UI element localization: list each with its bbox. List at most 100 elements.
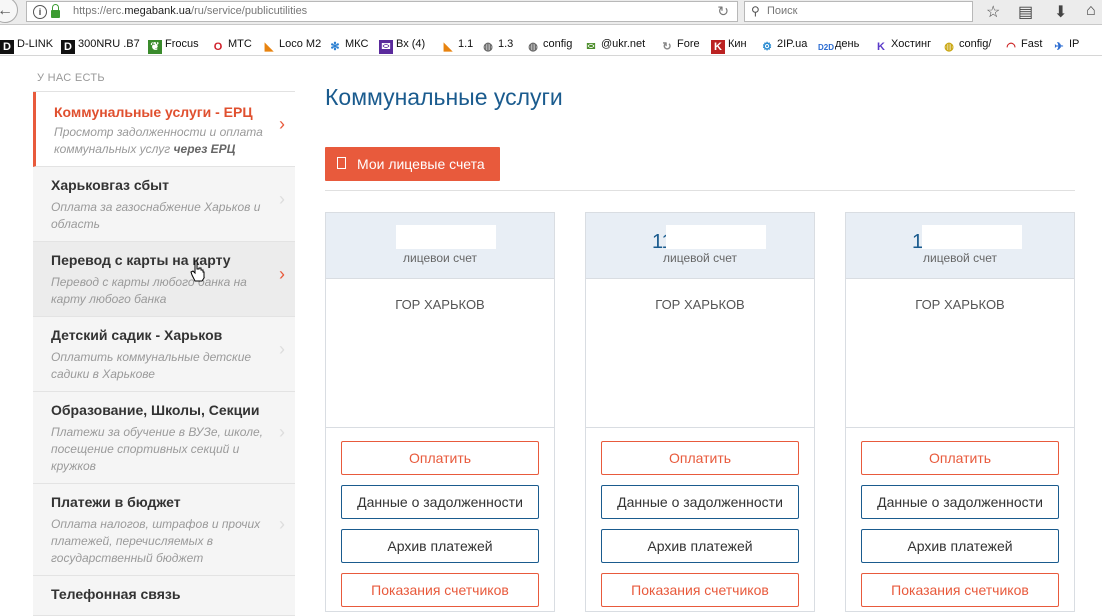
account-card-header: 1 лицевой счет (846, 213, 1074, 279)
sidebar-item-title: Телефонная связь (51, 586, 181, 602)
sidebar-heading: У НАС ЕСТЬ (37, 72, 105, 84)
redaction-mask (396, 225, 496, 249)
account-card: лицевои счет ГОР ХАРЬКОВ Оплатить Данные… (325, 212, 555, 612)
snowflake-icon: ✻ (330, 41, 340, 53)
dlink-icon: D (61, 40, 75, 54)
toolbar-divider (0, 55, 1102, 56)
browser-search-input[interactable] (765, 4, 959, 18)
download-icon[interactable]: ⬇ (1054, 2, 1067, 22)
account-card-body: ГОР ХАРЬКОВ (586, 279, 814, 428)
account-city: ГОР ХАРЬКОВ (655, 297, 745, 312)
k-icon: K (711, 40, 725, 54)
bookmark-item[interactable]: ✈ IP (1052, 34, 1079, 54)
account-card: 1 лицевой счет ГОР ХАРЬКОВ Оплатить Данн… (845, 212, 1075, 612)
account-label: лицевой счет (663, 251, 737, 265)
reload-icon[interactable]: ↻ (717, 3, 729, 20)
redaction-mask (922, 225, 1022, 249)
sidebar-item-education[interactable]: Образование, Школы, Секции Платежи за об… (33, 392, 295, 484)
url-text[interactable]: https://erc.megabank.ua/ru/service/publi… (73, 5, 307, 17)
address-bar[interactable]: i https://erc.megabank.ua/ru/service/pub… (26, 1, 738, 22)
account-label: лицевои счет (403, 251, 477, 265)
dlink-icon: D (0, 40, 14, 54)
redaction-mask (666, 225, 766, 249)
payment-archive-button[interactable]: Архив платежей (861, 529, 1059, 563)
rss-icon: ◣ (443, 41, 453, 53)
sidebar-item-kharkovgaz[interactable]: Харьковгаз сбыт Оплата за газоснабжение … (33, 167, 295, 242)
debt-info-button[interactable]: Данные о задолженности (861, 485, 1059, 519)
chevron-right-icon: › (279, 422, 285, 442)
bookmark-item[interactable]: ◠ Fast (1004, 34, 1042, 54)
sidebar-item-budget[interactable]: Платежи в бюджет Оплата налогов, штрафов… (33, 484, 295, 576)
bookmark-item[interactable]: ◍ config (526, 34, 572, 54)
page-title: Коммунальные услуги (325, 84, 563, 110)
bookmark-item[interactable]: ◣ Loco M2 (262, 34, 321, 54)
refresh-icon: ↻ (662, 41, 672, 53)
sidebar-menu: Коммунальные услуги - ЕРЦ Просмотр задол… (33, 91, 295, 616)
bookmark-item[interactable]: D D-LINK (0, 34, 53, 54)
gear-icon: ⚙ (762, 41, 772, 53)
bookmark-item[interactable]: D2Dдень (818, 34, 859, 54)
account-card-body: ГОР ХАРЬКОВ (846, 279, 1074, 428)
meter-readings-button[interactable]: Показания счетчиков (341, 573, 539, 607)
sidebar-item-desc: Оплатить коммунальные детские садики в Х… (51, 350, 252, 381)
bookmark-item[interactable]: ✉ Вх (4) (379, 34, 425, 54)
sidebar-item-kindergarten[interactable]: Детский садик - Харьков Оплатить коммуна… (33, 317, 295, 392)
bookmark-item[interactable]: D 300NRU .B7 (61, 34, 140, 54)
envelope-icon: ✉ (586, 41, 596, 53)
globe-icon: ◍ (528, 41, 538, 53)
sidebar-item-desc: Платежи за обучение в ВУЗе, школе, посещ… (51, 425, 263, 473)
bookmark-star-icon[interactable]: ☆ (986, 2, 1000, 22)
pay-button[interactable]: Оплатить (341, 441, 539, 475)
my-accounts-button[interactable]: Мои лицевые счета (325, 147, 500, 181)
bookmark-item[interactable]: ↻ Fore (660, 34, 699, 54)
chevron-right-icon: › (279, 264, 285, 284)
bookmark-item[interactable]: K Хостинг (874, 34, 931, 54)
debt-info-button[interactable]: Данные о задолженности (341, 485, 539, 519)
payment-archive-button[interactable]: Архив платежей (341, 529, 539, 563)
sidebar-item-title: Харьковгаз сбыт (51, 177, 169, 193)
meter-readings-button[interactable]: Показания счетчиков (601, 573, 799, 607)
bookmark-item[interactable]: ✻ МКС (328, 34, 368, 54)
globe-icon: ◍ (944, 41, 954, 53)
sidebar-item-card-transfer[interactable]: Перевод с карты на карту Перевод с карты… (33, 242, 295, 317)
sidebar-item-desc: Оплата налогов, штрафов и прочих платеже… (51, 517, 261, 565)
sidebar-item-utilities[interactable]: Коммунальные услуги - ЕРЦ Просмотр задол… (33, 92, 295, 167)
bookmark-item[interactable]: ◣ 1.1 (441, 34, 474, 54)
bookmark-item[interactable]: K Кин (711, 34, 747, 54)
sidebar-item-telephone[interactable]: Телефонная связь (33, 576, 295, 616)
account-card-body: ГОР ХАРЬКОВ (326, 279, 554, 428)
bookmark-item[interactable]: ◍ 1.3 (481, 34, 513, 54)
info-icon[interactable]: i (33, 5, 47, 19)
bookmark-item[interactable]: ❦ Frocus (148, 34, 199, 54)
lock-icon[interactable] (51, 4, 60, 18)
account-city: ГОР ХАРЬКОВ (395, 297, 485, 312)
home-icon[interactable]: ⌂ (1086, 2, 1096, 20)
bookmark-item[interactable]: ◍ config/ (942, 34, 991, 54)
bookmark-item[interactable]: O МТС (211, 34, 252, 54)
rss-icon: ◣ (264, 41, 274, 53)
meter-readings-button[interactable]: Показания счетчиков (861, 573, 1059, 607)
mail-icon: ✉ (379, 40, 393, 54)
account-card-header: 11 лицевой счет (586, 213, 814, 279)
payment-archive-button[interactable]: Архив платежей (601, 529, 799, 563)
pay-button[interactable]: Оплатить (601, 441, 799, 475)
document-icon (337, 157, 346, 169)
reading-list-icon[interactable]: ▤ (1018, 2, 1033, 22)
hand-cursor-icon (190, 260, 205, 282)
bookmark-item[interactable]: ✉ @ukr.net (584, 34, 645, 54)
sidebar-item-title: Коммунальные услуги - ЕРЦ (54, 104, 253, 120)
browser-search-field[interactable]: ⚲ (744, 1, 973, 22)
sidebar-item-desc: Оплата за газоснабжение Харьков и област… (51, 200, 261, 231)
pay-button[interactable]: Оплатить (861, 441, 1059, 475)
sidebar-item-desc: Просмотр задолженности и оплата коммунал… (54, 125, 263, 156)
bookmark-item[interactable]: ⚙ 2IP.ua (760, 34, 807, 54)
chevron-right-icon: › (279, 514, 285, 534)
debt-info-button[interactable]: Данные о задолженности (601, 485, 799, 519)
back-arrow-icon[interactable]: ← (0, 0, 18, 23)
gauge-icon: ◠ (1006, 41, 1016, 53)
chevron-right-icon: › (279, 189, 285, 209)
d2d-icon: D2D (818, 43, 835, 52)
divider (325, 190, 1075, 191)
browser-toolbar: ← i https://erc.megabank.ua/ru/service/p… (0, 0, 1102, 25)
sidebar-item-desc: Перевод с карты любого банка на карту лю… (51, 275, 247, 306)
